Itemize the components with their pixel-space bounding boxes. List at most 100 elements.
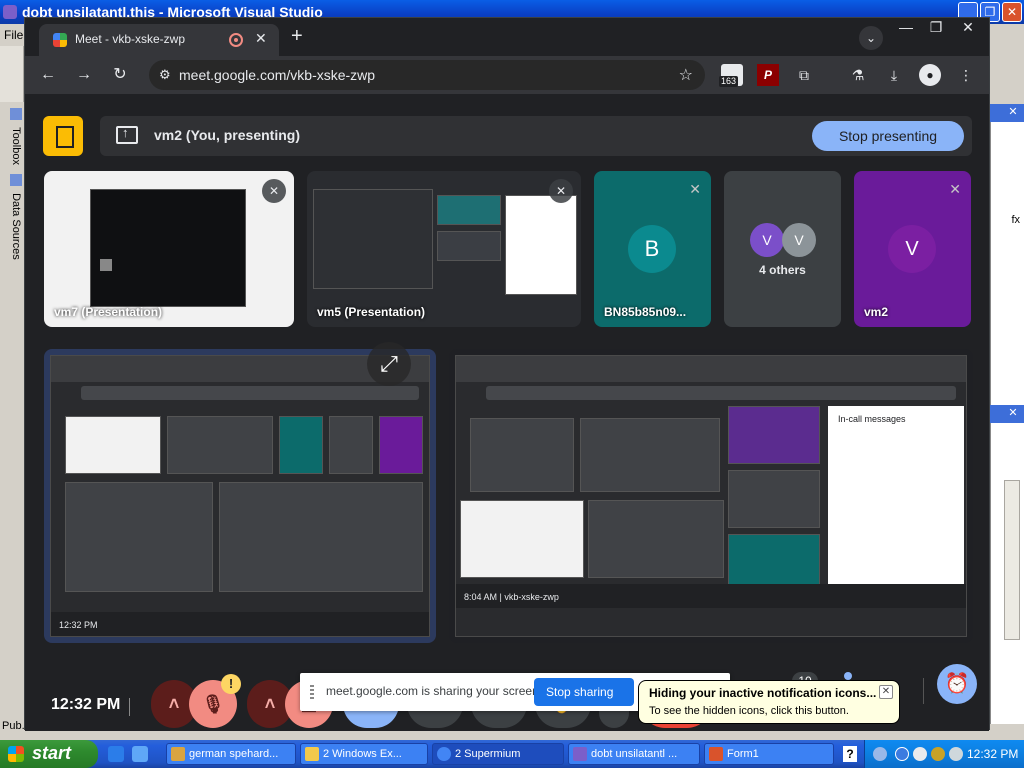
nested-presenting-bar: [486, 386, 956, 400]
tab-meet[interactable]: Meet - vkb-xske-zwp ✕: [39, 24, 279, 56]
downloads-icon[interactable]: ⤓: [883, 64, 905, 86]
stop-sharing-button[interactable]: Stop sharing: [534, 678, 634, 706]
show-hidden-icons-button[interactable]: [873, 747, 887, 761]
taskbar-item[interactable]: 2 Supermium: [432, 743, 564, 765]
meeting-clock: 12:32 PM: [51, 696, 121, 713]
avatar: V: [888, 225, 936, 273]
sharing-notice-text: meet.google.com is sharing your screen.: [326, 684, 543, 698]
clock-divider: [129, 698, 130, 716]
vs-scrollbar[interactable]: [1004, 480, 1020, 640]
balloon-title: Hiding your inactive notification icons.…: [649, 686, 877, 700]
vs-toolbar: [0, 46, 24, 102]
presenting-bar: vm2 (You, presenting) Stop presenting: [100, 116, 972, 156]
chrome-minimize-button[interactable]: —: [891, 18, 921, 36]
address-bar-url: meet.google.com/vkb-xske-zwp: [179, 67, 376, 83]
vs-toolbox-tab[interactable]: Toolbox: [2, 108, 22, 165]
back-button[interactable]: ←: [37, 64, 59, 86]
search-icon[interactable]: [931, 747, 945, 761]
vs-panel-close-icon[interactable]: ✕: [1006, 105, 1020, 119]
vs-app-icon: [3, 5, 17, 19]
balloon-close-icon[interactable]: ✕: [879, 685, 893, 699]
tab-search-button[interactable]: ⌄: [859, 26, 883, 50]
mic-warning-icon[interactable]: !: [221, 674, 241, 694]
nested-tile: [580, 418, 720, 492]
tab-strip: Meet - vkb-xske-zwp ✕ + ⌄ — ❐ ✕: [25, 18, 989, 56]
presentation-tile-left[interactable]: 12:32 PM: [44, 349, 436, 643]
chrome-close-button[interactable]: ✕: [953, 18, 983, 36]
nested-tile: [728, 406, 820, 464]
nested-tile: [65, 482, 213, 592]
forward-button[interactable]: →: [73, 64, 95, 86]
participant-tile-vm5[interactable]: ✕ vm5 (Presentation): [307, 171, 581, 327]
vs-data-sources-label: Data Sources: [10, 193, 22, 260]
start-button[interactable]: start: [0, 740, 98, 768]
tab-close-icon[interactable]: ✕: [255, 30, 267, 47]
ie-quicklaunch-icon[interactable]: [108, 746, 124, 762]
extensions-puzzle-icon[interactable]: ⧉: [793, 64, 815, 86]
vs-data-sources-tab[interactable]: Data Sources: [2, 174, 22, 260]
address-bar[interactable]: ⚙ meet.google.com/vkb-xske-zwp ☆: [149, 60, 705, 90]
vs-close-button[interactable]: ✕: [1002, 2, 1022, 22]
bookmark-star-icon[interactable]: ☆: [679, 65, 693, 85]
network-icon[interactable]: [895, 747, 909, 761]
avatar: V: [750, 223, 784, 257]
participant-tile-bn85[interactable]: ✕ B BN85b85n09...: [594, 171, 711, 327]
nested-browser-screenshot: 12:32 PM: [50, 355, 430, 637]
avatar: V: [782, 223, 816, 257]
presenter-label: vm2 (You, presenting): [154, 127, 300, 143]
meet-favicon-icon: [53, 33, 67, 47]
balloon-text: To see the hidden icons, click this butt…: [649, 705, 849, 717]
vs-right-panel-header-2: ✕: [990, 405, 1024, 423]
calendar-extension-icon[interactable]: 163: [719, 64, 743, 87]
participant-tile-vm2[interactable]: ✕ V vm2: [854, 171, 971, 327]
reload-button[interactable]: ↻: [109, 64, 131, 86]
mic-muted-icon: ✕: [549, 179, 573, 203]
nested-presenting-bar: [81, 386, 419, 400]
vs-toolbox-label: Toolbox: [10, 127, 22, 165]
new-tab-button[interactable]: +: [291, 26, 303, 46]
nested-controls: 8:04 AM | vkb-xske-zwp: [456, 584, 966, 608]
tab-title: Meet - vkb-xske-zwp: [75, 32, 186, 46]
avatar: B: [628, 225, 676, 273]
nested-tile: [470, 418, 574, 492]
chrome-menu-icon[interactable]: ⋮: [955, 64, 977, 86]
folder-icon: [171, 747, 185, 761]
participant-tile-others[interactable]: V V 4 others: [724, 171, 841, 327]
help-icon[interactable]: ?: [843, 746, 857, 762]
taskbar-item[interactable]: dobt unsilatantl ...: [568, 743, 700, 765]
expand-icon[interactable]: ⤢: [367, 342, 411, 386]
others-count-label: 4 others: [759, 263, 806, 277]
stop-presenting-button[interactable]: Stop presenting: [812, 121, 964, 151]
alarm-clock-icon[interactable]: ⏰: [937, 664, 977, 704]
mosaic-chat-preview: [505, 195, 577, 295]
vs-menu-file[interactable]: File: [0, 24, 24, 46]
pdf-extension-icon[interactable]: P: [757, 64, 779, 86]
supermium-icon: [437, 747, 451, 761]
taskbar-item[interactable]: german spehard...: [166, 743, 296, 765]
taskbar-item[interactable]: Form1: [704, 743, 834, 765]
site-settings-icon[interactable]: ⚙: [159, 67, 171, 83]
taskbar-item[interactable]: 2 Windows Ex...: [300, 743, 428, 765]
usb-icon[interactable]: [949, 747, 963, 761]
nested-tile: [279, 416, 323, 474]
taskbar-item-label: Form1: [727, 748, 759, 760]
nested-tile: [728, 470, 820, 528]
meet-companion-logo-icon[interactable]: [43, 116, 83, 156]
labs-flask-icon[interactable]: ⚗: [847, 64, 869, 86]
notification-balloon[interactable]: Hiding your inactive notification icons.…: [638, 680, 900, 724]
participant-tile-vm7[interactable]: ✕ vm7 (Presentation): [44, 171, 294, 327]
vs-panel-close-icon-2[interactable]: ✕: [1006, 406, 1020, 420]
taskbar-item-label: german spehard...: [189, 748, 279, 760]
volume-icon[interactable]: [913, 747, 927, 761]
chrome-restore-button[interactable]: ❐: [921, 18, 951, 36]
windows-flag-icon: [8, 746, 24, 762]
shared-screen-preview: [90, 189, 246, 307]
drag-handle-icon[interactable]: [310, 685, 314, 699]
preview-cursor: [100, 259, 112, 271]
profile-avatar-icon[interactable]: ●: [919, 64, 941, 86]
tray-clock[interactable]: 12:32 PM: [967, 747, 1018, 761]
presentation-tile-right[interactable]: In-call messages 8:04 AM | vkb-xske-zwp: [449, 349, 973, 643]
start-label: start: [32, 743, 72, 763]
controls-divider: [923, 678, 924, 704]
desktop-quicklaunch-icon[interactable]: [132, 746, 148, 762]
